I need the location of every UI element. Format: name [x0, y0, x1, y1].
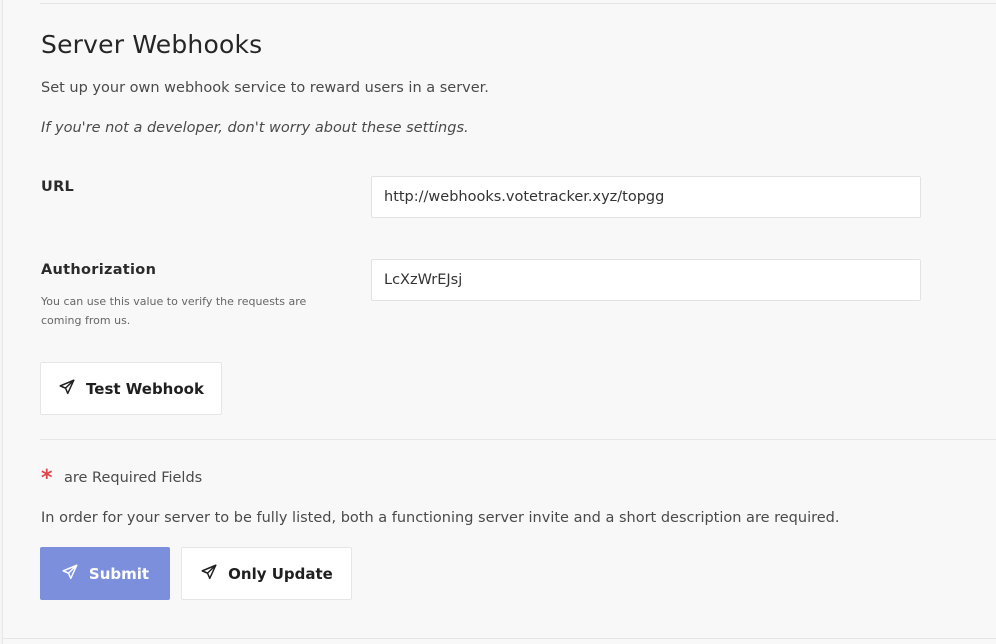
paper-plane-icon — [61, 563, 79, 585]
bottom-divider — [3, 638, 996, 639]
paper-plane-icon — [200, 563, 218, 585]
paper-plane-icon — [58, 378, 76, 400]
authorization-input[interactable] — [371, 259, 921, 301]
authorization-help: You can use this value to verify the req… — [41, 295, 307, 327]
section-title: Server Webhooks — [41, 30, 263, 59]
developer-note: If you're not a developer, don't worry a… — [41, 120, 469, 136]
submit-label: Submit — [88, 564, 150, 583]
url-label: URL — [41, 179, 75, 195]
required-fields-text: are Required Fields — [64, 470, 203, 486]
section-subtitle: Set up your own webhook service to rewar… — [41, 80, 489, 96]
only-update-label: Only Update — [228, 564, 333, 583]
url-input[interactable] — [371, 176, 921, 218]
top-divider — [40, 3, 996, 4]
authorization-label: Authorization — [41, 262, 157, 278]
webhook-settings-panel: Server Webhooks Set up your own webhook … — [2, 0, 996, 644]
section-divider — [40, 439, 996, 440]
test-webhook-button[interactable]: Test Webhook — [40, 362, 222, 415]
listing-requirements-note: In order for your server to be fully lis… — [41, 510, 840, 526]
only-update-button[interactable]: Only Update — [181, 547, 352, 600]
test-webhook-label: Test Webhook — [86, 379, 204, 398]
required-star: * — [41, 466, 53, 491]
submit-button[interactable]: Submit — [40, 547, 170, 600]
